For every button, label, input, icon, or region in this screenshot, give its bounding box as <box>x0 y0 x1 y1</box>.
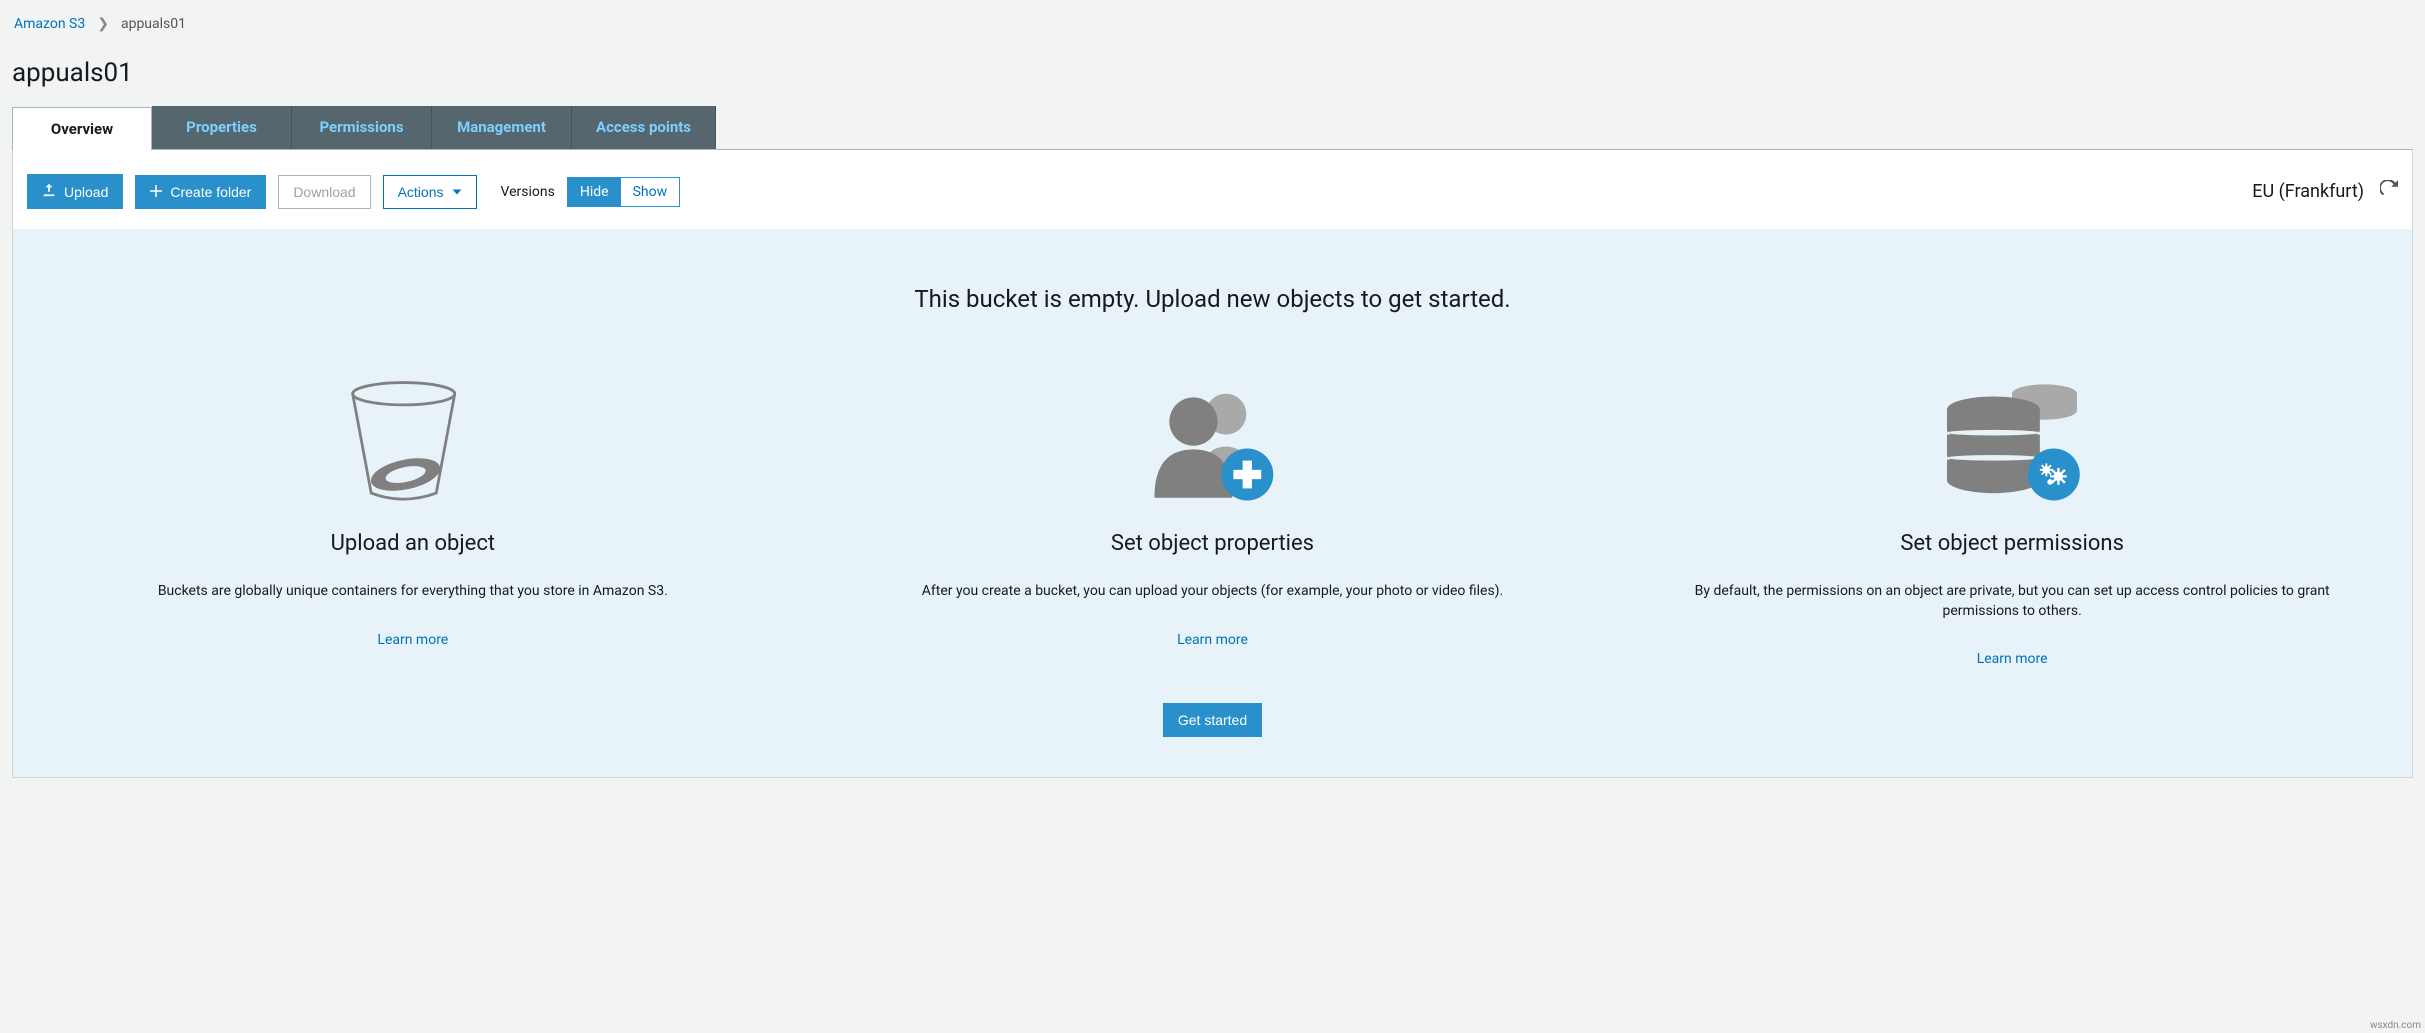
upload-button[interactable]: Upload <box>27 174 123 209</box>
page-title: appuals01 <box>12 52 2413 106</box>
card-object-permissions: Set object permissions By default, the p… <box>1692 377 2332 667</box>
chevron-down-icon <box>452 184 462 200</box>
create-folder-button[interactable]: Create folder <box>135 175 266 209</box>
watermark: wsxdn.com <box>2370 1020 2421 1031</box>
create-folder-label: Create folder <box>170 184 251 200</box>
empty-state-cards: Upload an object Buckets are globally un… <box>37 377 2388 667</box>
tab-properties[interactable]: Properties <box>152 106 292 149</box>
empty-state-panel: This bucket is empty. Upload new objects… <box>12 229 2413 778</box>
breadcrumb: Amazon S3 ❯ appuals01 <box>12 12 2413 52</box>
chevron-right-icon: ❯ <box>97 16 109 32</box>
card-desc: After you create a bucket, you can uploa… <box>892 582 1532 602</box>
breadcrumb-current: appuals01 <box>121 16 186 32</box>
get-started-button[interactable]: Get started <box>1163 703 1262 737</box>
tab-overview[interactable]: Overview <box>12 107 152 150</box>
upload-button-label: Upload <box>64 184 108 200</box>
actions-dropdown[interactable]: Actions <box>383 175 477 209</box>
versions-show-button[interactable]: Show <box>621 178 680 206</box>
card-title: Set object permissions <box>1692 531 2332 556</box>
card-desc: By default, the permissions on an object… <box>1692 582 2332 621</box>
versions-label: Versions <box>501 184 555 200</box>
versions-hide-button[interactable]: Hide <box>568 178 621 206</box>
actions-label: Actions <box>398 184 444 200</box>
users-plus-icon <box>892 377 1532 507</box>
download-label: Download <box>293 184 355 200</box>
refresh-icon[interactable] <box>2380 180 2398 203</box>
card-upload-object: Upload an object Buckets are globally un… <box>93 377 733 667</box>
card-title: Upload an object <box>93 531 733 556</box>
tab-access-points[interactable]: Access points <box>572 106 716 149</box>
bucket-icon <box>93 377 733 507</box>
learn-more-link[interactable]: Learn more <box>1177 632 1248 648</box>
learn-more-link[interactable]: Learn more <box>377 632 448 648</box>
plus-icon <box>150 184 162 200</box>
toolbar: Upload Create folder Download Actions Ve… <box>12 150 2413 229</box>
region-block: EU (Frankfurt) <box>2252 180 2398 203</box>
versions-toggle: Hide Show <box>567 177 680 207</box>
card-title: Set object properties <box>892 531 1532 556</box>
breadcrumb-root-link[interactable]: Amazon S3 <box>14 16 85 32</box>
region-text: EU (Frankfurt) <box>2252 181 2364 202</box>
upload-icon <box>42 183 56 200</box>
database-gear-icon <box>1692 377 2332 507</box>
learn-more-link[interactable]: Learn more <box>1977 651 2048 667</box>
empty-state-heading: This bucket is empty. Upload new objects… <box>37 285 2388 313</box>
tab-permissions[interactable]: Permissions <box>292 106 432 149</box>
card-desc: Buckets are globally unique containers f… <box>93 582 733 602</box>
tab-management[interactable]: Management <box>432 106 572 149</box>
card-object-properties: Set object properties After you create a… <box>892 377 1532 667</box>
tabs: Overview Properties Permissions Manageme… <box>12 106 2413 150</box>
download-button[interactable]: Download <box>278 175 370 209</box>
